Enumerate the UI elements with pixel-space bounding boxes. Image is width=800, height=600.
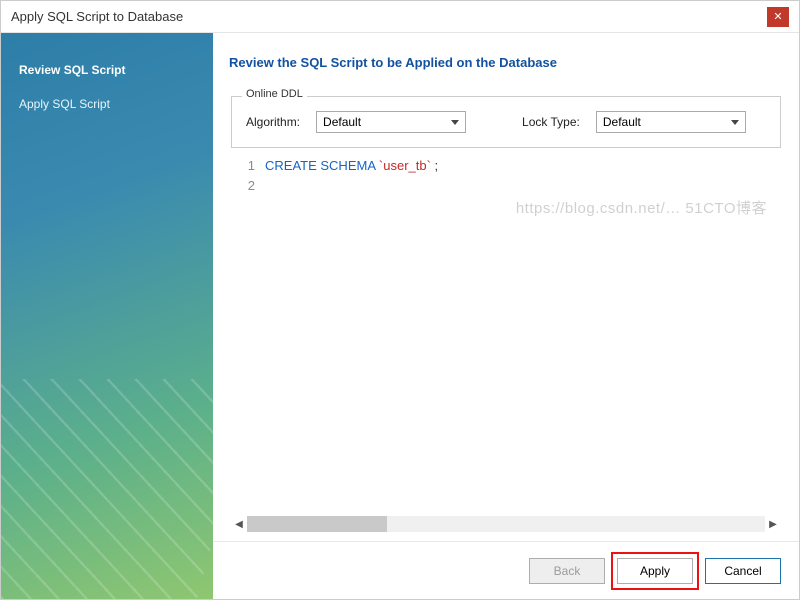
step-apply-sql[interactable]: Apply SQL Script — [1, 87, 213, 121]
scroll-thumb[interactable] — [247, 516, 387, 532]
online-ddl-group: Online DDL Algorithm: Default Lock Type:… — [231, 96, 781, 148]
scroll-track[interactable] — [247, 516, 765, 532]
step-review-sql[interactable]: Review SQL Script — [1, 53, 213, 87]
apply-sql-dialog: Apply SQL Script to Database ✕ Review SQ… — [0, 0, 800, 600]
main-panel: Review the SQL Script to be Applied on t… — [213, 33, 799, 599]
dialog-footer: Back Apply Cancel — [213, 541, 799, 599]
window-title: Apply SQL Script to Database — [11, 9, 767, 24]
scroll-right-icon[interactable]: ▶ — [765, 516, 781, 532]
wizard-sidebar: Review SQL Script Apply SQL Script — [1, 33, 213, 599]
online-ddl-legend: Online DDL — [242, 88, 307, 100]
sql-identifier: `user_tb` — [379, 158, 431, 173]
page-title: Review the SQL Script to be Applied on t… — [213, 33, 799, 96]
lock-type-select[interactable]: Default — [596, 111, 746, 133]
line-number: 1 — [231, 156, 255, 176]
titlebar: Apply SQL Script to Database ✕ — [1, 1, 799, 33]
online-ddl-row: Algorithm: Default Lock Type: Default — [246, 111, 766, 133]
line-number: 2 — [231, 176, 255, 196]
sql-keyword: CREATE SCHEMA — [265, 158, 375, 173]
sql-terminator: ; — [431, 158, 438, 173]
algorithm-label: Algorithm: — [246, 115, 300, 129]
scroll-left-icon[interactable]: ◀ — [231, 516, 247, 532]
horizontal-scrollbar[interactable]: ◀ ▶ — [231, 515, 781, 533]
lock-type-label: Lock Type: — [522, 115, 580, 129]
close-icon[interactable]: ✕ — [767, 7, 789, 27]
sql-code[interactable]: CREATE SCHEMA `user_tb` ; — [265, 156, 781, 515]
sql-editor[interactable]: 1 2 CREATE SCHEMA `user_tb` ; — [231, 156, 781, 515]
algorithm-select[interactable]: Default — [316, 111, 466, 133]
dialog-body: Review SQL Script Apply SQL Script Revie… — [1, 33, 799, 599]
back-button: Back — [529, 558, 605, 584]
apply-button[interactable]: Apply — [617, 558, 693, 584]
line-gutter: 1 2 — [231, 156, 265, 515]
cancel-button[interactable]: Cancel — [705, 558, 781, 584]
